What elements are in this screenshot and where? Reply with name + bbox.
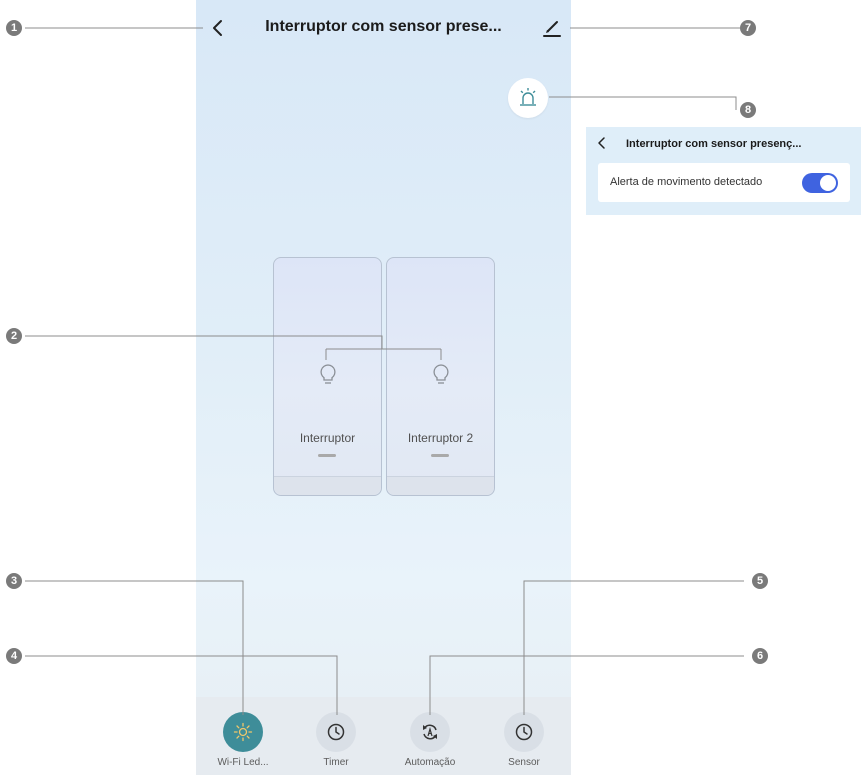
toggle-knob	[820, 175, 836, 191]
inset-back-button[interactable]	[594, 135, 610, 151]
inset-title: Interruptor com sensor presenç...	[626, 138, 802, 150]
switch-panel-2[interactable]: Interruptor 2	[386, 257, 495, 496]
chevron-left-icon	[213, 20, 222, 36]
bulb-icon	[431, 363, 451, 392]
motion-alert-label: Alerta de movimento detectado	[610, 176, 763, 188]
automation-icon	[423, 724, 437, 740]
switch-base	[274, 476, 381, 495]
tab-label: Timer	[323, 757, 349, 768]
switch-label: Interruptor	[299, 431, 356, 445]
inset-alert-settings: Interruptor com sensor presenç... Alerta…	[586, 127, 861, 215]
switch-panel-1[interactable]: Interruptor	[273, 257, 382, 496]
page-title: Interruptor com sensor prese...	[265, 18, 502, 35]
tab-label: Sensor	[508, 757, 540, 768]
pencil-icon	[543, 21, 561, 37]
switch-state-indicator	[318, 454, 336, 457]
tab-label: Wi-Fi Led...	[217, 757, 269, 768]
siren-icon	[520, 88, 536, 106]
callout-marker: 6	[752, 648, 768, 664]
switch-label: Interruptor 2	[407, 431, 474, 445]
back-button[interactable]	[204, 14, 232, 42]
motion-alarm-button[interactable]	[508, 78, 548, 118]
callout-marker: 4	[6, 648, 22, 664]
sun-icon	[233, 722, 253, 742]
tab-timer[interactable]: Timer	[299, 712, 373, 768]
tab-label: Automação	[404, 757, 456, 768]
tab-sensor[interactable]: Sensor	[487, 712, 561, 768]
callout-marker: 2	[6, 328, 22, 344]
motion-alert-row: Alerta de movimento detectado	[598, 163, 850, 202]
clock-icon	[327, 723, 345, 741]
callout-marker: 5	[752, 573, 768, 589]
tab-icon-circle	[410, 712, 450, 752]
bulb-icon	[318, 363, 338, 392]
motion-alert-toggle[interactable]	[802, 173, 838, 193]
callout-marker: 7	[740, 20, 756, 36]
edit-button[interactable]	[540, 16, 564, 40]
callout-marker: 8	[740, 102, 756, 118]
tab-icon-circle	[504, 712, 544, 752]
phone-screen: Interruptor com sensor prese... Interrup…	[196, 0, 571, 775]
chevron-left-icon	[598, 137, 605, 149]
callout-marker: 3	[6, 573, 22, 589]
switch-state-indicator	[431, 454, 449, 457]
tab-icon-circle	[316, 712, 356, 752]
tab-icon-circle	[223, 712, 263, 752]
callout-marker: 1	[6, 20, 22, 36]
tab-wifi-led[interactable]: Wi-Fi Led...	[206, 712, 280, 768]
tab-automacao[interactable]: Automação	[393, 712, 467, 768]
switch-base	[387, 476, 494, 495]
clock-icon	[515, 723, 533, 741]
